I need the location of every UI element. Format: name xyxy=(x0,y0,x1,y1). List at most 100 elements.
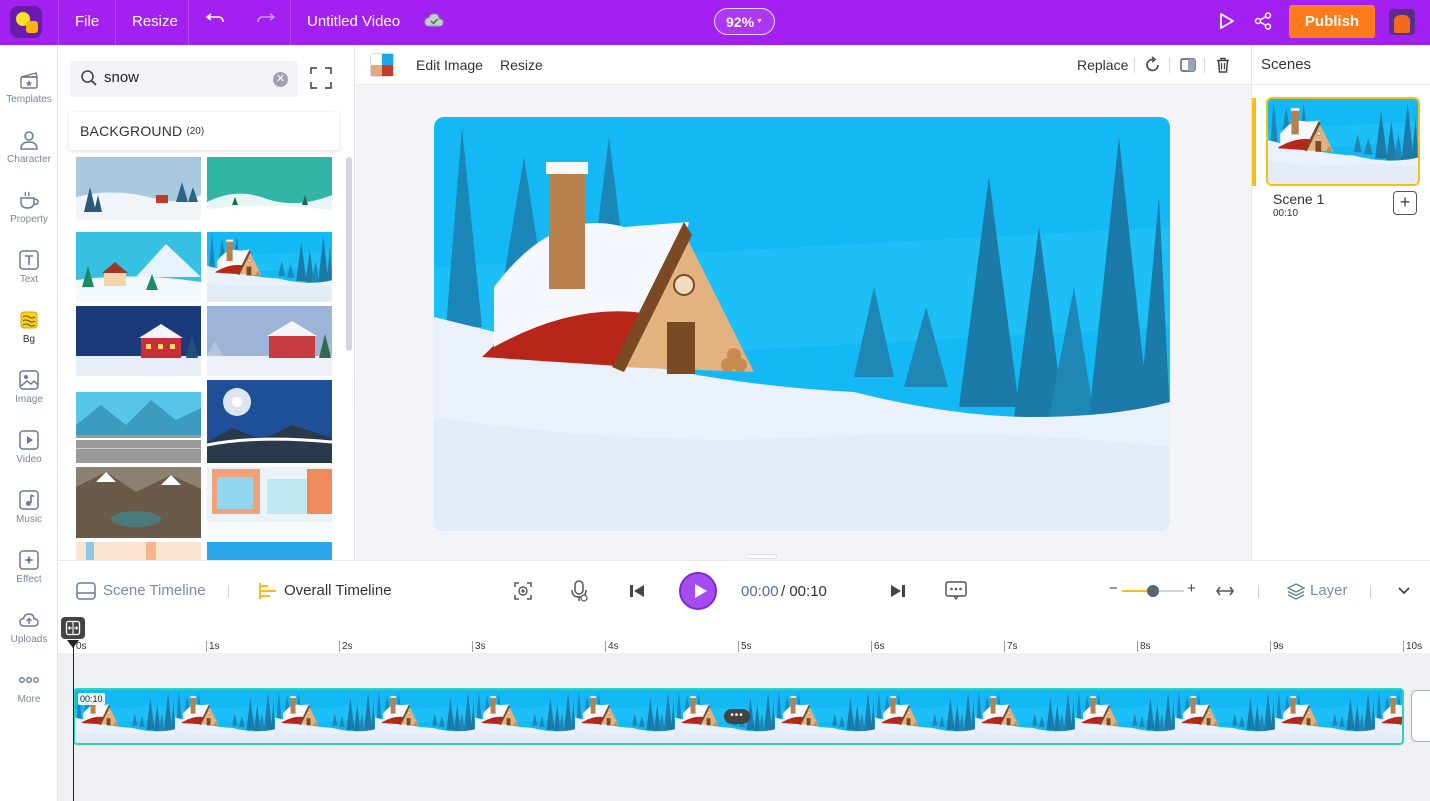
playhead-handle[interactable] xyxy=(61,617,85,639)
category-title: BACKGROUND xyxy=(80,123,183,139)
add-scene-button[interactable]: + xyxy=(1393,191,1417,215)
scene-name[interactable]: Scene 1 xyxy=(1273,191,1324,207)
video-stage[interactable] xyxy=(434,117,1170,531)
share-icon[interactable] xyxy=(1254,12,1272,35)
timeline-ruler[interactable]: 0s 1s 2s 3s 4s 5s 6s 7s 8s 9s 10s xyxy=(58,620,1430,653)
sidebar-item-templates[interactable]: Templates xyxy=(0,69,58,105)
divider xyxy=(1169,58,1170,73)
timeline-zoom-knob[interactable] xyxy=(1147,585,1159,597)
track-end-handle[interactable] xyxy=(1411,690,1430,742)
ruler-tick: 10s xyxy=(1403,641,1422,652)
skip-back-icon[interactable] xyxy=(629,583,645,599)
background-thumbnail[interactable] xyxy=(207,306,332,376)
layer-button[interactable]: Layer xyxy=(1310,582,1348,599)
zoom-in-icon[interactable]: + xyxy=(1187,580,1196,597)
background-thumbnail[interactable] xyxy=(76,380,201,463)
scene-thumbnail[interactable] xyxy=(1266,97,1420,186)
background-thumbnail[interactable] xyxy=(207,157,332,220)
background-thumbnail[interactable] xyxy=(76,306,201,376)
play-button[interactable] xyxy=(679,572,717,610)
subtitles-icon[interactable] xyxy=(945,581,967,601)
sidebar-item-label: Music xyxy=(15,514,43,525)
sidebar-item-more[interactable]: More xyxy=(0,669,58,705)
scene-duration: 00:10 xyxy=(1273,208,1299,219)
sidebar-item-image[interactable]: Image xyxy=(0,369,58,405)
redo-icon[interactable] xyxy=(257,11,276,32)
category-header[interactable]: BACKGROUND (20) xyxy=(69,112,339,150)
expand-icon[interactable] xyxy=(308,65,334,91)
publish-button[interactable]: Publish xyxy=(1289,5,1375,38)
clip-options-button[interactable]: ••• xyxy=(724,709,750,724)
sidebar-item-music[interactable]: Music xyxy=(0,489,58,525)
more-icon xyxy=(19,676,39,683)
video-icon xyxy=(19,430,39,450)
background-thumbnail[interactable] xyxy=(207,380,332,463)
zoom-value: 92% xyxy=(726,13,755,30)
search-icon xyxy=(81,70,97,86)
timeline-toolbar: Scene Timeline Overall Timeline 00:00 / … xyxy=(58,560,1430,620)
background-thumbnail[interactable] xyxy=(76,232,201,302)
sidebar-item-property[interactable]: Property xyxy=(0,189,58,225)
resize-handle[interactable] xyxy=(745,554,777,559)
divider xyxy=(1258,585,1259,598)
uploads-icon xyxy=(19,613,39,627)
color-swatch[interactable] xyxy=(370,53,394,77)
skip-forward-icon[interactable] xyxy=(890,583,906,599)
sidebar-item-label: Video xyxy=(16,454,42,465)
sidebar-item-label: Templates xyxy=(6,94,52,105)
search-box: ✕ xyxy=(70,61,298,97)
clear-search-icon[interactable]: ✕ xyxy=(273,72,288,87)
sidebar-item-character[interactable]: Character xyxy=(0,129,58,165)
sidebar-item-video[interactable]: Video xyxy=(0,429,58,465)
sidebar-item-text[interactable]: Text xyxy=(0,249,58,285)
overall-timeline-icon xyxy=(259,583,276,599)
character-icon xyxy=(20,131,38,150)
music-icon xyxy=(19,490,39,510)
background-thumbnail[interactable] xyxy=(207,467,332,538)
zoom-dropdown[interactable]: 92% ▼ xyxy=(714,8,775,35)
scene-timeline-icon xyxy=(76,582,96,600)
sidebar-item-bg[interactable]: Bg xyxy=(0,309,58,345)
project-title[interactable]: Untitled Video xyxy=(307,13,400,30)
undo-icon[interactable] xyxy=(205,11,224,32)
resize-button[interactable]: Resize xyxy=(500,57,543,73)
divider xyxy=(290,0,291,45)
background-thumbnail[interactable] xyxy=(207,232,332,302)
resize-menu[interactable]: Resize xyxy=(132,13,178,30)
delete-icon[interactable] xyxy=(1214,56,1232,74)
panel-scrollbar[interactable] xyxy=(346,157,352,351)
divider xyxy=(1252,84,1430,85)
canvas-area xyxy=(356,85,1251,560)
search-input[interactable] xyxy=(104,69,264,86)
app-logo[interactable] xyxy=(10,6,42,38)
flip-icon[interactable] xyxy=(1179,56,1197,74)
preview-play-icon[interactable] xyxy=(1219,12,1235,35)
background-thumbnail[interactable] xyxy=(76,467,201,538)
divider xyxy=(188,0,189,45)
edit-image-button[interactable]: Edit Image xyxy=(416,57,483,73)
focus-icon[interactable] xyxy=(513,581,533,601)
replace-button[interactable]: Replace xyxy=(1077,57,1128,73)
fit-width-icon[interactable] xyxy=(1216,584,1234,598)
bg-icon xyxy=(20,311,38,329)
avatar[interactable] xyxy=(1389,9,1415,35)
sidebar-item-uploads[interactable]: Uploads xyxy=(0,609,58,645)
chevron-down-icon[interactable] xyxy=(1397,586,1411,596)
sidebar-item-label: Image xyxy=(15,394,43,405)
scene-timeline-tab[interactable]: Scene Timeline xyxy=(103,582,206,599)
ruler-tick: 3s xyxy=(472,641,486,652)
background-thumbnail[interactable] xyxy=(207,542,332,560)
reset-icon[interactable] xyxy=(1144,56,1162,74)
microphone-icon[interactable] xyxy=(570,579,588,603)
file-menu[interactable]: File xyxy=(75,13,99,30)
background-thumbnail[interactable] xyxy=(76,157,201,220)
background-thumbnail[interactable] xyxy=(76,542,201,560)
sidebar-item-effect[interactable]: Effect xyxy=(0,549,58,585)
top-bar: File Resize Untitled Video 92% ▼ Publish xyxy=(0,0,1430,45)
overall-timeline-tab[interactable]: Overall Timeline xyxy=(284,582,392,599)
zoom-out-icon[interactable]: − xyxy=(1109,580,1118,597)
snow-cabin-background[interactable] xyxy=(434,117,1170,531)
sidebar-item-label: Character xyxy=(7,154,51,165)
divider xyxy=(1204,58,1205,73)
scenes-panel: Scenes Scene 1 00:10 + xyxy=(1251,45,1430,560)
